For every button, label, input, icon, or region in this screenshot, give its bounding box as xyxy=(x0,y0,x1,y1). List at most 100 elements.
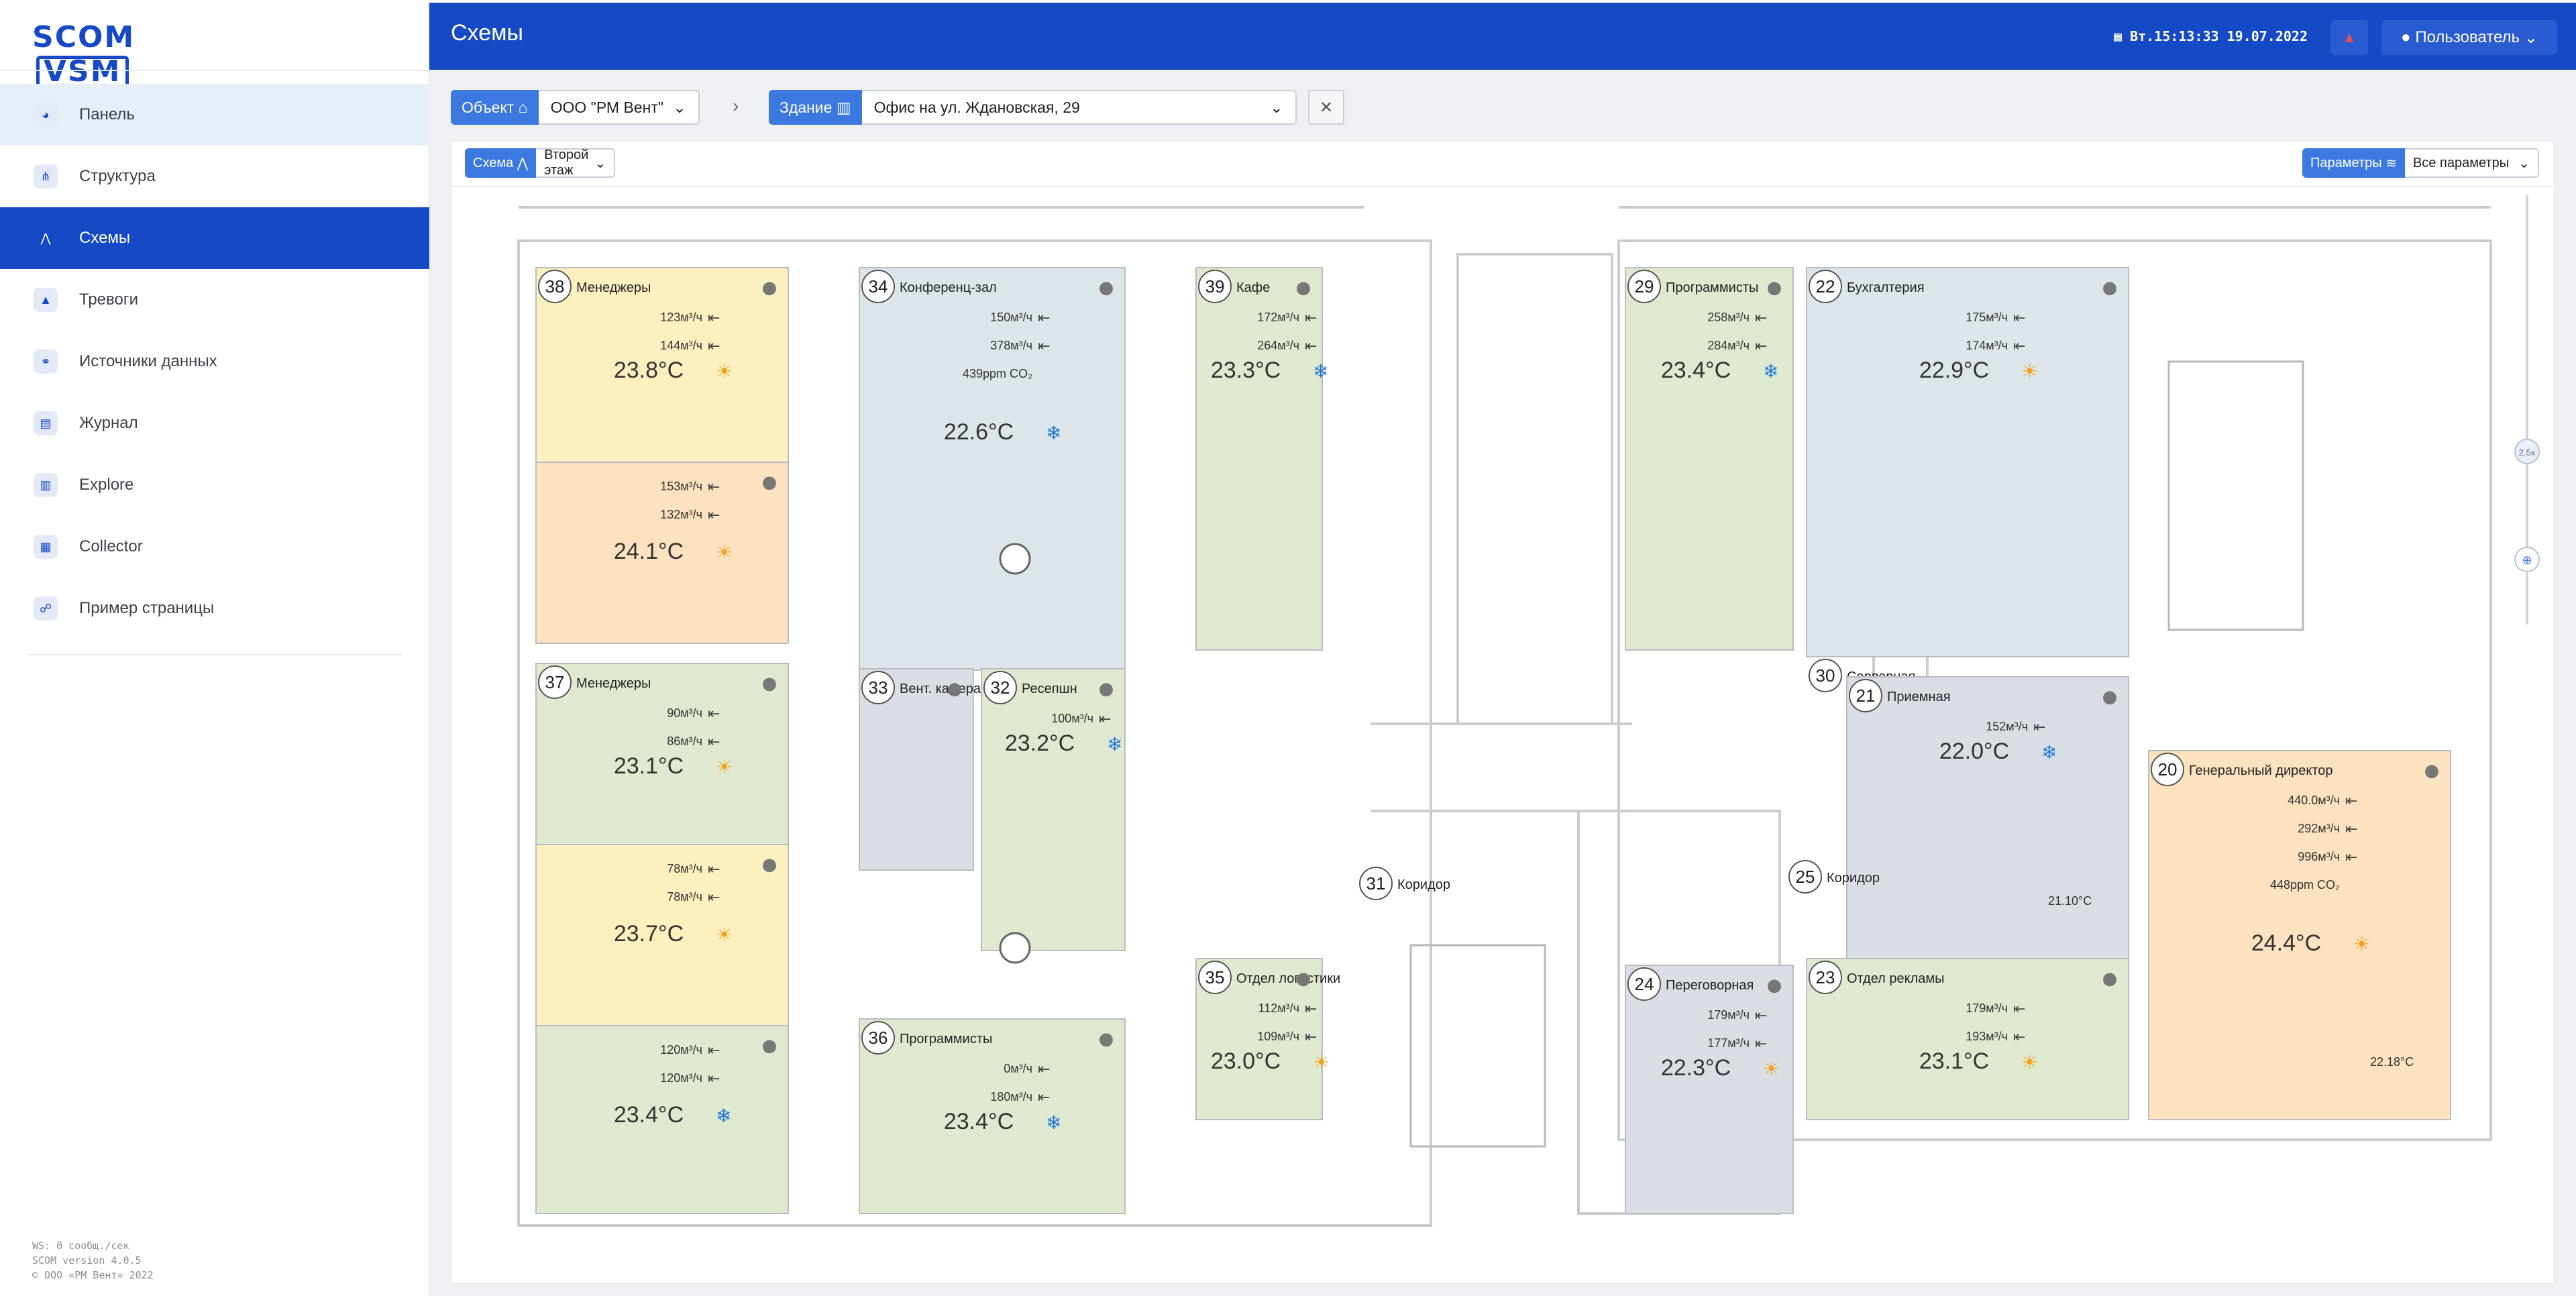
sun-icon: ☀ xyxy=(2021,1051,2038,1073)
user-name: Пользователь xyxy=(2415,28,2520,46)
room-temperature[interactable]: 23.8°C xyxy=(614,358,684,383)
object-label-text: Объект xyxy=(462,98,515,116)
airflow-value: 132м³/ч xyxy=(660,508,702,521)
nav-item-collector[interactable]: ▦ Collector xyxy=(0,516,429,578)
room-22[interactable]: 22 Бухгалтерия ● 175м³/ч ⇤ 174м³/ч ⇤ 22.9°C ☀ xyxy=(1806,267,2129,657)
sun-icon: ☀ xyxy=(716,756,733,778)
room-area[interactable] xyxy=(1846,676,2129,959)
airflow-arrow-icon: ⇤ xyxy=(708,734,720,751)
room-temperature[interactable]: 23.3°C xyxy=(1211,358,1281,383)
schema-panel: Схема ⋀ Второй этаж ⌄ Параметры ≋ Все пар… xyxy=(451,141,2555,1284)
room-temperature[interactable]: 22.3°C xyxy=(1661,1055,1731,1081)
params-select[interactable]: Все параметры ⌄ xyxy=(2405,148,2539,178)
user-icon: ● xyxy=(2102,687,2118,707)
room-38[interactable]: 38 Менеджеры ● 123м³/ч ⇤ 144м³/ч ⇤ 23.8°C ☀ xyxy=(535,267,789,463)
object-select[interactable]: ООО "РМ Вент" ⌄ xyxy=(538,90,700,125)
schema-select[interactable]: Второй этаж ⌄ xyxy=(536,148,616,178)
nav-item-example[interactable]: ☍ Пример страницы xyxy=(0,578,429,639)
floor-plan[interactable]: 38 Менеджеры ● 123м³/ч ⇤ 144м³/ч ⇤ 23.8°C ☀ ● 153м… xyxy=(451,187,2555,1284)
room-34[interactable]: 34 Конференц-зал ● 150м³/ч ⇤ 378м³/ч ⇤ 439ppm C… xyxy=(859,267,1126,671)
room-area[interactable] xyxy=(1625,267,1794,651)
nav-item-structure[interactable]: ⋔ Структура xyxy=(0,146,429,207)
sun-icon: ☀ xyxy=(1763,1058,1780,1080)
room-zone-5[interactable]: ● 78м³/ч ⇤ 78м³/ч ⇤ 23.7°C ☀ xyxy=(535,844,789,1026)
room-name: Программисты xyxy=(900,1032,992,1046)
room-24[interactable]: 24 Переговорная ● 179м³/ч ⇤ 177м³/ч ⇤ 22.3°C ☀ xyxy=(1625,965,1794,1214)
building-filter[interactable]: Здание ▥ Офис на ул. Ждановская, 29 ⌄ xyxy=(769,90,1297,125)
room-area[interactable] xyxy=(1625,965,1794,1214)
room-area[interactable] xyxy=(1806,267,2129,657)
logo-box: VSM xyxy=(36,56,129,88)
room-temperature[interactable]: 24.1°C xyxy=(614,539,684,564)
room-temperature[interactable]: 23.4°C xyxy=(614,1102,684,1128)
room-36[interactable]: 36 Программисты ● 0м³/ч ⇤ 180м³/ч ⇤ 23.4°C ❄ xyxy=(859,1018,1126,1214)
user-menu-button[interactable]: ● Пользователь ⌄ xyxy=(2381,20,2557,55)
sun-icon: ☀ xyxy=(716,541,733,563)
alarm-button[interactable]: ▲ xyxy=(2330,20,2368,55)
airflow-arrow-icon: ⇤ xyxy=(1038,338,1050,355)
clear-filter-button[interactable]: ✕ xyxy=(1308,90,1344,125)
ws-rate: WS: 0 сообщ./сек xyxy=(32,1240,129,1252)
nav-item-panel[interactable]: ◕ Панель xyxy=(0,84,429,146)
room-temperature[interactable]: 22.0°C xyxy=(1939,739,2009,764)
room-temperature[interactable]: 22.9°C xyxy=(1919,358,1989,383)
airflow-value: 0м³/ч xyxy=(1004,1062,1032,1075)
room-name: Вент. камера xyxy=(900,682,981,696)
divider xyxy=(27,654,402,655)
object-filter[interactable]: Объект ⌂ ООО "РМ Вент" ⌄ xyxy=(451,90,700,125)
nav-label: Журнал xyxy=(79,414,138,432)
nav-item-explore[interactable]: ▥ Explore xyxy=(0,454,429,516)
nav-item-schemas[interactable]: ⋀ Схемы xyxy=(0,207,429,269)
room-temperature[interactable]: 23.4°C xyxy=(944,1109,1014,1134)
zoom-track[interactable]: 2.5x ⊕ xyxy=(2514,195,2540,625)
room-39[interactable]: 39 Кафе ● 172м³/ч ⇤ 264м³/ч ⇤ 23.3°C ❄ xyxy=(1195,267,1328,651)
room-29[interactable]: 29 Программисты ● 258м³/ч ⇤ 284м³/ч ⇤ 23.4°C ❄ xyxy=(1625,267,1794,651)
airflow-arrow-icon: ⇤ xyxy=(1099,711,1111,728)
nav-item-datasources[interactable]: ⚭ Источники данных xyxy=(0,331,429,392)
room-35[interactable]: 35 Отдел логистики● 112м³/ч ⇤ 109м³/ч ⇤ 23.0°C… xyxy=(1195,958,1340,1120)
room-zone-1[interactable]: ● 153м³/ч ⇤ 132м³/ч ⇤ 24.1°C ☀ xyxy=(535,462,789,644)
airflow-arrow-icon: ⇤ xyxy=(708,479,720,496)
room-name: Менеджеры xyxy=(576,280,651,295)
airflow-value: 172м³/ч xyxy=(1257,311,1299,324)
room-23[interactable]: 23 Отдел рекламы ● 179м³/ч ⇤ 193м³/ч ⇤ 23.1°C ☀ xyxy=(1806,958,2129,1120)
room-20[interactable]: 20 Генеральный директор ● 440.0м³/ч ⇤ 292м³/ч… xyxy=(2148,750,2451,1120)
room-area[interactable] xyxy=(859,267,1126,671)
user-icon: ● xyxy=(1767,278,1782,298)
reset-view-icon[interactable]: ⊕ xyxy=(2522,553,2532,568)
room-21[interactable]: 21 Приемная ● 152м³/ч ⇤ 22.0°C ❄ 21.10°C xyxy=(1846,676,2129,959)
user-icon: ● xyxy=(1296,969,1311,989)
room-temperature[interactable]: 23.4°C xyxy=(1661,358,1731,383)
room-temperature[interactable]: 23.0°C xyxy=(1211,1048,1281,1074)
nav-label: Explore xyxy=(79,476,134,494)
room-31[interactable]: 31 Коридор xyxy=(1359,867,1450,900)
room-temperature[interactable]: 23.1°C xyxy=(1919,1048,1989,1074)
airflow-value: 179м³/ч xyxy=(1966,1002,2008,1015)
room-temperature[interactable]: 23.1°C xyxy=(614,753,684,779)
building-select[interactable]: Офис на ул. Ждановская, 29 ⌄ xyxy=(861,90,1297,125)
zoom-slider[interactable]: 2.5x ⊕ xyxy=(2514,195,2540,628)
location-pin-icon[interactable] xyxy=(999,932,1031,964)
room-number: 30 xyxy=(1816,665,1835,686)
schema-selector[interactable]: Схема ⋀ Второй этаж ⌄ xyxy=(465,148,616,178)
room-zone-6[interactable]: ● 120м³/ч ⇤ 120м³/ч ⇤ 23.4°C ❄ xyxy=(535,1025,789,1214)
nav-item-journal[interactable]: ▤ Журнал xyxy=(0,392,429,454)
user-icon: ● xyxy=(762,1036,777,1056)
location-pin-icon[interactable] xyxy=(999,543,1031,575)
airflow-arrow-icon: ⇤ xyxy=(2345,821,2357,838)
airflow-value: 448ppm CO₂ xyxy=(2270,878,2340,892)
room-temperature[interactable]: 22.6°C xyxy=(944,419,1014,445)
room-33[interactable]: 33 Вент. камера● xyxy=(859,668,981,871)
room-temperature[interactable]: 24.4°C xyxy=(2251,930,2321,956)
logo-text: SCOM xyxy=(32,20,136,54)
airflow-arrow-icon: ⇤ xyxy=(708,338,720,355)
room-temperature[interactable]: 23.2°C xyxy=(1005,731,1075,756)
room-temperature[interactable]: 23.7°C xyxy=(614,921,684,947)
params-selector[interactable]: Параметры ≋ Все параметры ⌄ xyxy=(2302,148,2539,178)
sun-icon: ☀ xyxy=(2021,360,2038,382)
room-37[interactable]: 37 Менеджеры ● 90м³/ч ⇤ 86м³/ч ⇤ 23.1°C ☀ xyxy=(535,663,789,845)
room-area[interactable] xyxy=(1195,267,1323,651)
room-32[interactable]: 32 Ресепшн ● 100м³/ч ⇤ 23.2°C ❄ xyxy=(981,668,1126,951)
nav-item-alarms[interactable]: ▲ Тревоги xyxy=(0,269,429,331)
airflow-value: 996м³/ч xyxy=(2298,850,2340,863)
